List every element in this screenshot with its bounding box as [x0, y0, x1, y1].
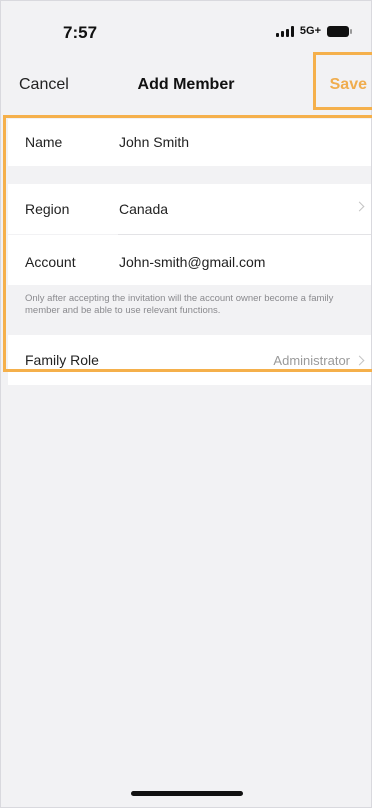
network-type: 5G+ — [299, 25, 321, 37]
save-highlight-box — [313, 52, 372, 110]
status-time: 7:57 — [63, 23, 98, 42]
signal-icon — [275, 25, 294, 37]
status-indicators: 5G+ — [275, 25, 352, 37]
form-highlight-box — [3, 115, 372, 372]
add-member-screen: 7:57 5G+ Cancel Add Member Save Name Joh… — [0, 0, 372, 808]
battery-icon — [327, 25, 352, 37]
home-indicator — [131, 791, 243, 796]
